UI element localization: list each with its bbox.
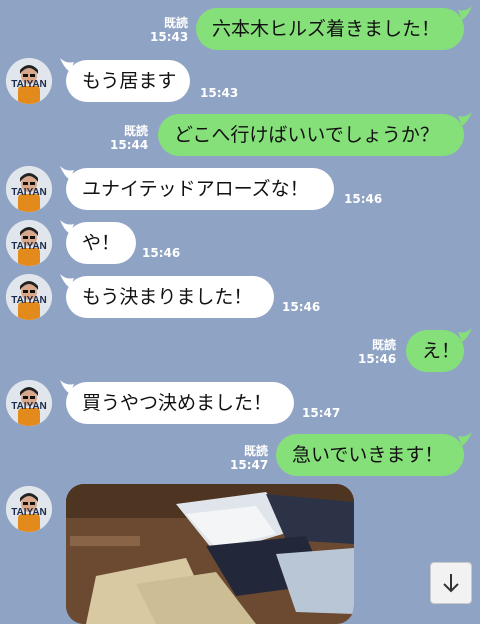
outgoing-message-bubble[interactable]: 六本木ヒルズ着きました！ bbox=[196, 8, 464, 50]
bubble-tail bbox=[458, 6, 472, 20]
avatar[interactable]: TAIYAN bbox=[6, 220, 52, 266]
message-time: 15:47 bbox=[302, 406, 341, 420]
avatar-label: TAIYAN bbox=[11, 507, 47, 518]
chat-area: 既読 15:43 六本木ヒルズ着きました！ TAIYAN もう居ます 15:43… bbox=[0, 0, 480, 624]
message-time: 15:46 bbox=[358, 352, 397, 366]
read-receipt: 既読 bbox=[163, 16, 188, 30]
outgoing-message-bubble[interactable]: 急いでいきます！ bbox=[276, 434, 464, 476]
message-time: 15:47 bbox=[230, 458, 269, 472]
message-time: 15:43 bbox=[200, 86, 239, 100]
avatar-label: TAIYAN bbox=[11, 401, 47, 412]
avatar-label: TAIYAN bbox=[11, 79, 47, 90]
avatar[interactable]: TAIYAN bbox=[6, 274, 52, 320]
avatar-image: TAIYAN bbox=[6, 220, 52, 266]
message-time: 15:46 bbox=[142, 246, 181, 260]
clothing-photo bbox=[66, 484, 354, 624]
incoming-message-bubble[interactable]: 買うやつ決めました！ bbox=[66, 382, 294, 424]
arrow-down-icon bbox=[443, 574, 459, 593]
avatar-label: TAIYAN bbox=[11, 295, 47, 306]
photo-message[interactable] bbox=[66, 484, 354, 624]
message-time: 15:46 bbox=[344, 192, 383, 206]
incoming-message-bubble[interactable]: もう居ます bbox=[66, 60, 190, 102]
avatar[interactable]: TAIYAN bbox=[6, 58, 52, 104]
avatar[interactable]: TAIYAN bbox=[6, 486, 52, 532]
message-time: 15:46 bbox=[282, 300, 321, 314]
avatar-label: TAIYAN bbox=[11, 241, 47, 252]
read-receipt: 既読 bbox=[243, 444, 268, 458]
incoming-message-bubble[interactable]: もう決まりました！ bbox=[66, 276, 274, 318]
outgoing-message-bubble[interactable]: どこへ行けばいいでしょうか？ bbox=[158, 114, 464, 156]
bubble-tail bbox=[458, 432, 472, 446]
avatar-image: TAIYAN bbox=[6, 274, 52, 320]
outgoing-message-bubble[interactable]: え！ bbox=[406, 330, 464, 372]
avatar-image: TAIYAN bbox=[6, 486, 52, 532]
avatar[interactable]: TAIYAN bbox=[6, 380, 52, 426]
avatar-image: TAIYAN bbox=[6, 380, 52, 426]
avatar-label: TAIYAN bbox=[11, 187, 47, 198]
bubble-tail bbox=[458, 112, 472, 126]
avatar-image: TAIYAN bbox=[6, 58, 52, 104]
read-receipt: 既読 bbox=[371, 338, 396, 352]
avatar[interactable]: TAIYAN bbox=[6, 166, 52, 212]
message-time: 15:43 bbox=[150, 30, 189, 44]
avatar-image: TAIYAN bbox=[6, 166, 52, 212]
scroll-to-bottom-button[interactable] bbox=[430, 562, 472, 604]
incoming-message-bubble[interactable]: や！ bbox=[66, 222, 136, 264]
read-receipt: 既読 bbox=[123, 124, 148, 138]
bubble-tail bbox=[458, 328, 472, 342]
incoming-message-bubble[interactable]: ユナイテッドアローズな！ bbox=[66, 168, 334, 210]
message-time: 15:44 bbox=[110, 138, 149, 152]
